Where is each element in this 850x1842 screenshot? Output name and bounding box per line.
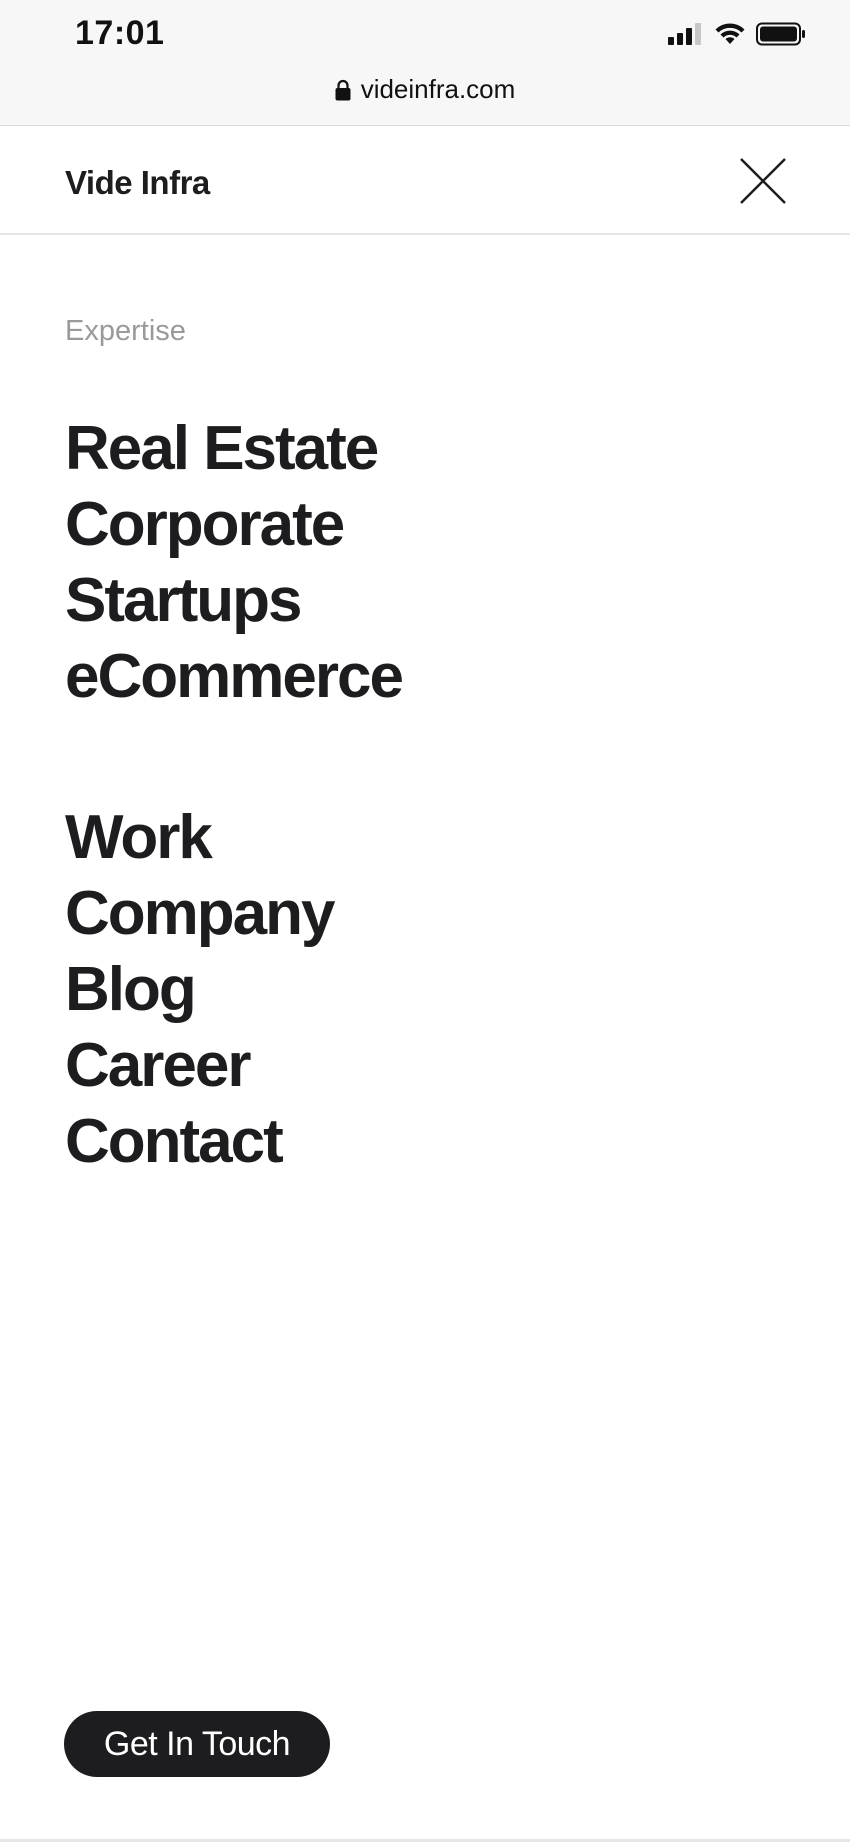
- close-icon: [740, 158, 786, 204]
- menu-item-corporate[interactable]: Corporate: [65, 487, 402, 563]
- menu-item-contact[interactable]: Contact: [65, 1104, 333, 1180]
- expertise-section-label: Expertise: [65, 315, 186, 347]
- menu-item-blog[interactable]: Blog: [65, 952, 333, 1028]
- browser-status-bar: 17:01 videinfra.com: [0, 0, 850, 126]
- get-in-touch-button[interactable]: Get In Touch: [64, 1711, 330, 1777]
- brand-logo[interactable]: Vide Infra: [65, 164, 210, 202]
- menu-item-company[interactable]: Company: [65, 876, 335, 952]
- battery-icon: [756, 22, 805, 46]
- menu-item-work[interactable]: Work: [65, 800, 333, 876]
- site-header: Vide Infra: [0, 126, 850, 235]
- close-menu-button[interactable]: [738, 156, 788, 206]
- url-text: videinfra.com: [360, 74, 516, 104]
- menu-item-ecommerce[interactable]: eCommerce: [65, 639, 404, 715]
- expertise-menu: Real Estate Corporate Startups eCommerce: [65, 411, 404, 715]
- status-icons: [668, 22, 806, 46]
- menu-item-career[interactable]: Career: [65, 1028, 333, 1104]
- address-bar[interactable]: videinfra.com: [0, 74, 850, 105]
- status-time: 17:01: [75, 14, 165, 52]
- cellular-signal-icon: [668, 23, 701, 45]
- lock-icon: [335, 79, 351, 101]
- menu-item-real-estate[interactable]: Real Estate: [65, 411, 402, 487]
- wifi-icon: [715, 23, 745, 44]
- primary-menu: Work Company Blog Career Contact: [65, 800, 335, 1180]
- menu-item-startups[interactable]: Startups: [65, 563, 402, 639]
